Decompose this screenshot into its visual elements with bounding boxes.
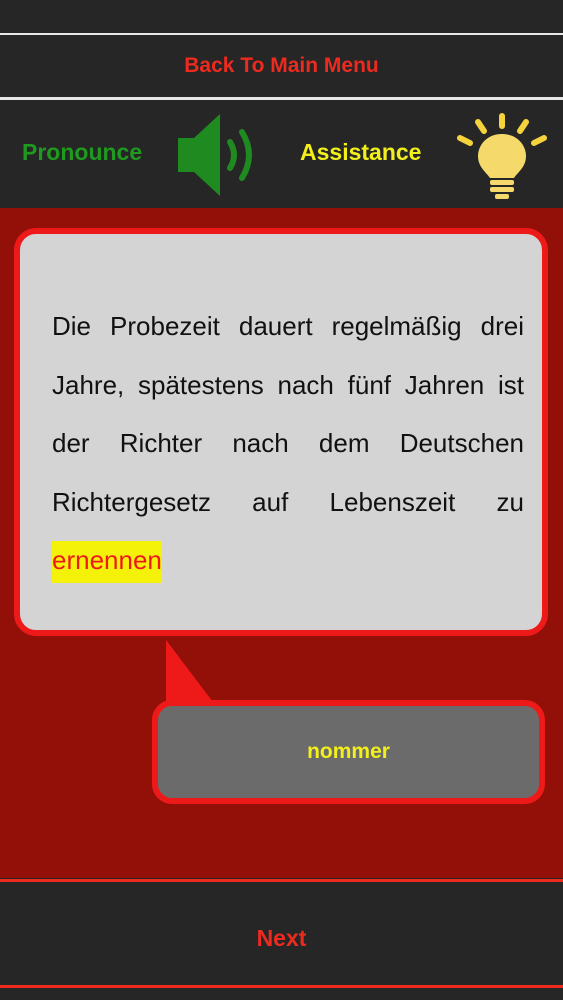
divider — [0, 879, 563, 882]
answer-label: nommer — [307, 740, 390, 763]
speaker-icon[interactable] — [176, 112, 260, 198]
status-bar-area — [0, 0, 563, 35]
assistance-label[interactable]: Assistance — [300, 139, 421, 166]
next-button[interactable]: Next — [0, 925, 563, 952]
sentence-card: Die Probezeit dauert regelmäßig drei Jah… — [14, 228, 548, 636]
pronounce-label[interactable]: Pronounce — [22, 139, 142, 166]
divider — [0, 985, 563, 988]
highlighted-word: ernennen — [52, 541, 162, 583]
sentence-before: Die Probezeit dauert regelmäßig drei Jah… — [52, 311, 524, 517]
back-row: Back To Main Menu — [0, 35, 563, 97]
lightbulb-icon[interactable] — [456, 112, 548, 202]
sentence-text: Die Probezeit dauert regelmäßig drei Jah… — [52, 297, 524, 590]
answer-option-button[interactable]: nommer — [152, 700, 545, 804]
back-to-main-menu-button[interactable]: Back To Main Menu — [184, 54, 378, 78]
